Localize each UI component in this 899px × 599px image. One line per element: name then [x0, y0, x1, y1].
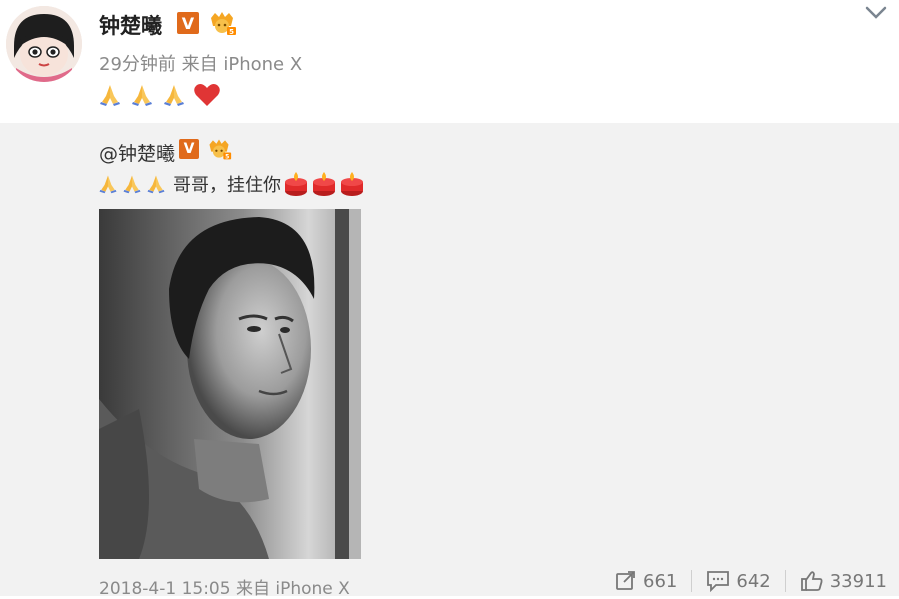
- repost-photo[interactable]: [99, 209, 361, 559]
- pray-icon: [99, 175, 117, 194]
- like-count: 33911: [829, 570, 887, 592]
- pray-icon: [164, 85, 184, 106]
- repost-content: 哥哥，挂住你: [97, 171, 365, 197]
- candle-icon: [285, 172, 307, 196]
- chevron-down-icon[interactable]: [863, 2, 889, 22]
- svg-text:5: 5: [229, 28, 234, 36]
- pray-icon: [147, 175, 165, 194]
- mention-link[interactable]: @钟楚曦: [99, 139, 175, 166]
- repost-card[interactable]: @钟楚曦 V 5 哥哥，挂住你 2018-4-1 15:05 来自 iPhone…: [0, 123, 899, 599]
- post-time-source: 29分钟前 来自 iPhone X: [99, 54, 303, 75]
- repost-count: 661: [643, 570, 678, 592]
- post-content: [97, 82, 221, 108]
- avatar[interactable]: [6, 6, 82, 82]
- like-button[interactable]: 33911: [786, 570, 887, 592]
- post-header: 钟楚曦 V 5 29分钟前 来自 iPhone X: [0, 0, 899, 123]
- portrait-photo-image: [99, 209, 361, 559]
- comment-icon: [707, 571, 730, 592]
- repost-text: 哥哥，挂住你: [173, 175, 281, 196]
- stats-bar: 661 642 33911: [601, 570, 887, 592]
- svg-text:5: 5: [225, 154, 229, 161]
- verified-badge: V: [179, 139, 199, 159]
- repost-button[interactable]: 661: [601, 570, 691, 592]
- comment-button[interactable]: 642: [692, 570, 784, 592]
- verified-badge: V: [177, 12, 199, 34]
- candle-icon: [341, 172, 363, 196]
- repost-icon: [616, 571, 635, 590]
- author-name[interactable]: 钟楚曦: [99, 10, 162, 40]
- comment-count: 642: [736, 570, 771, 592]
- thumbs-up-icon: [800, 571, 823, 591]
- pray-icon: [100, 85, 120, 106]
- pray-icon: [132, 85, 152, 106]
- member-level-icon: 5: [206, 137, 232, 161]
- repost-time-source: 2018-4-1 15:05 来自 iPhone X: [99, 579, 350, 599]
- avatar-cartoon-icon: [6, 6, 82, 82]
- heart-icon: [194, 84, 220, 106]
- candle-icon: [313, 172, 335, 196]
- pray-icon: [123, 175, 141, 194]
- member-level-icon: 5: [207, 10, 237, 36]
